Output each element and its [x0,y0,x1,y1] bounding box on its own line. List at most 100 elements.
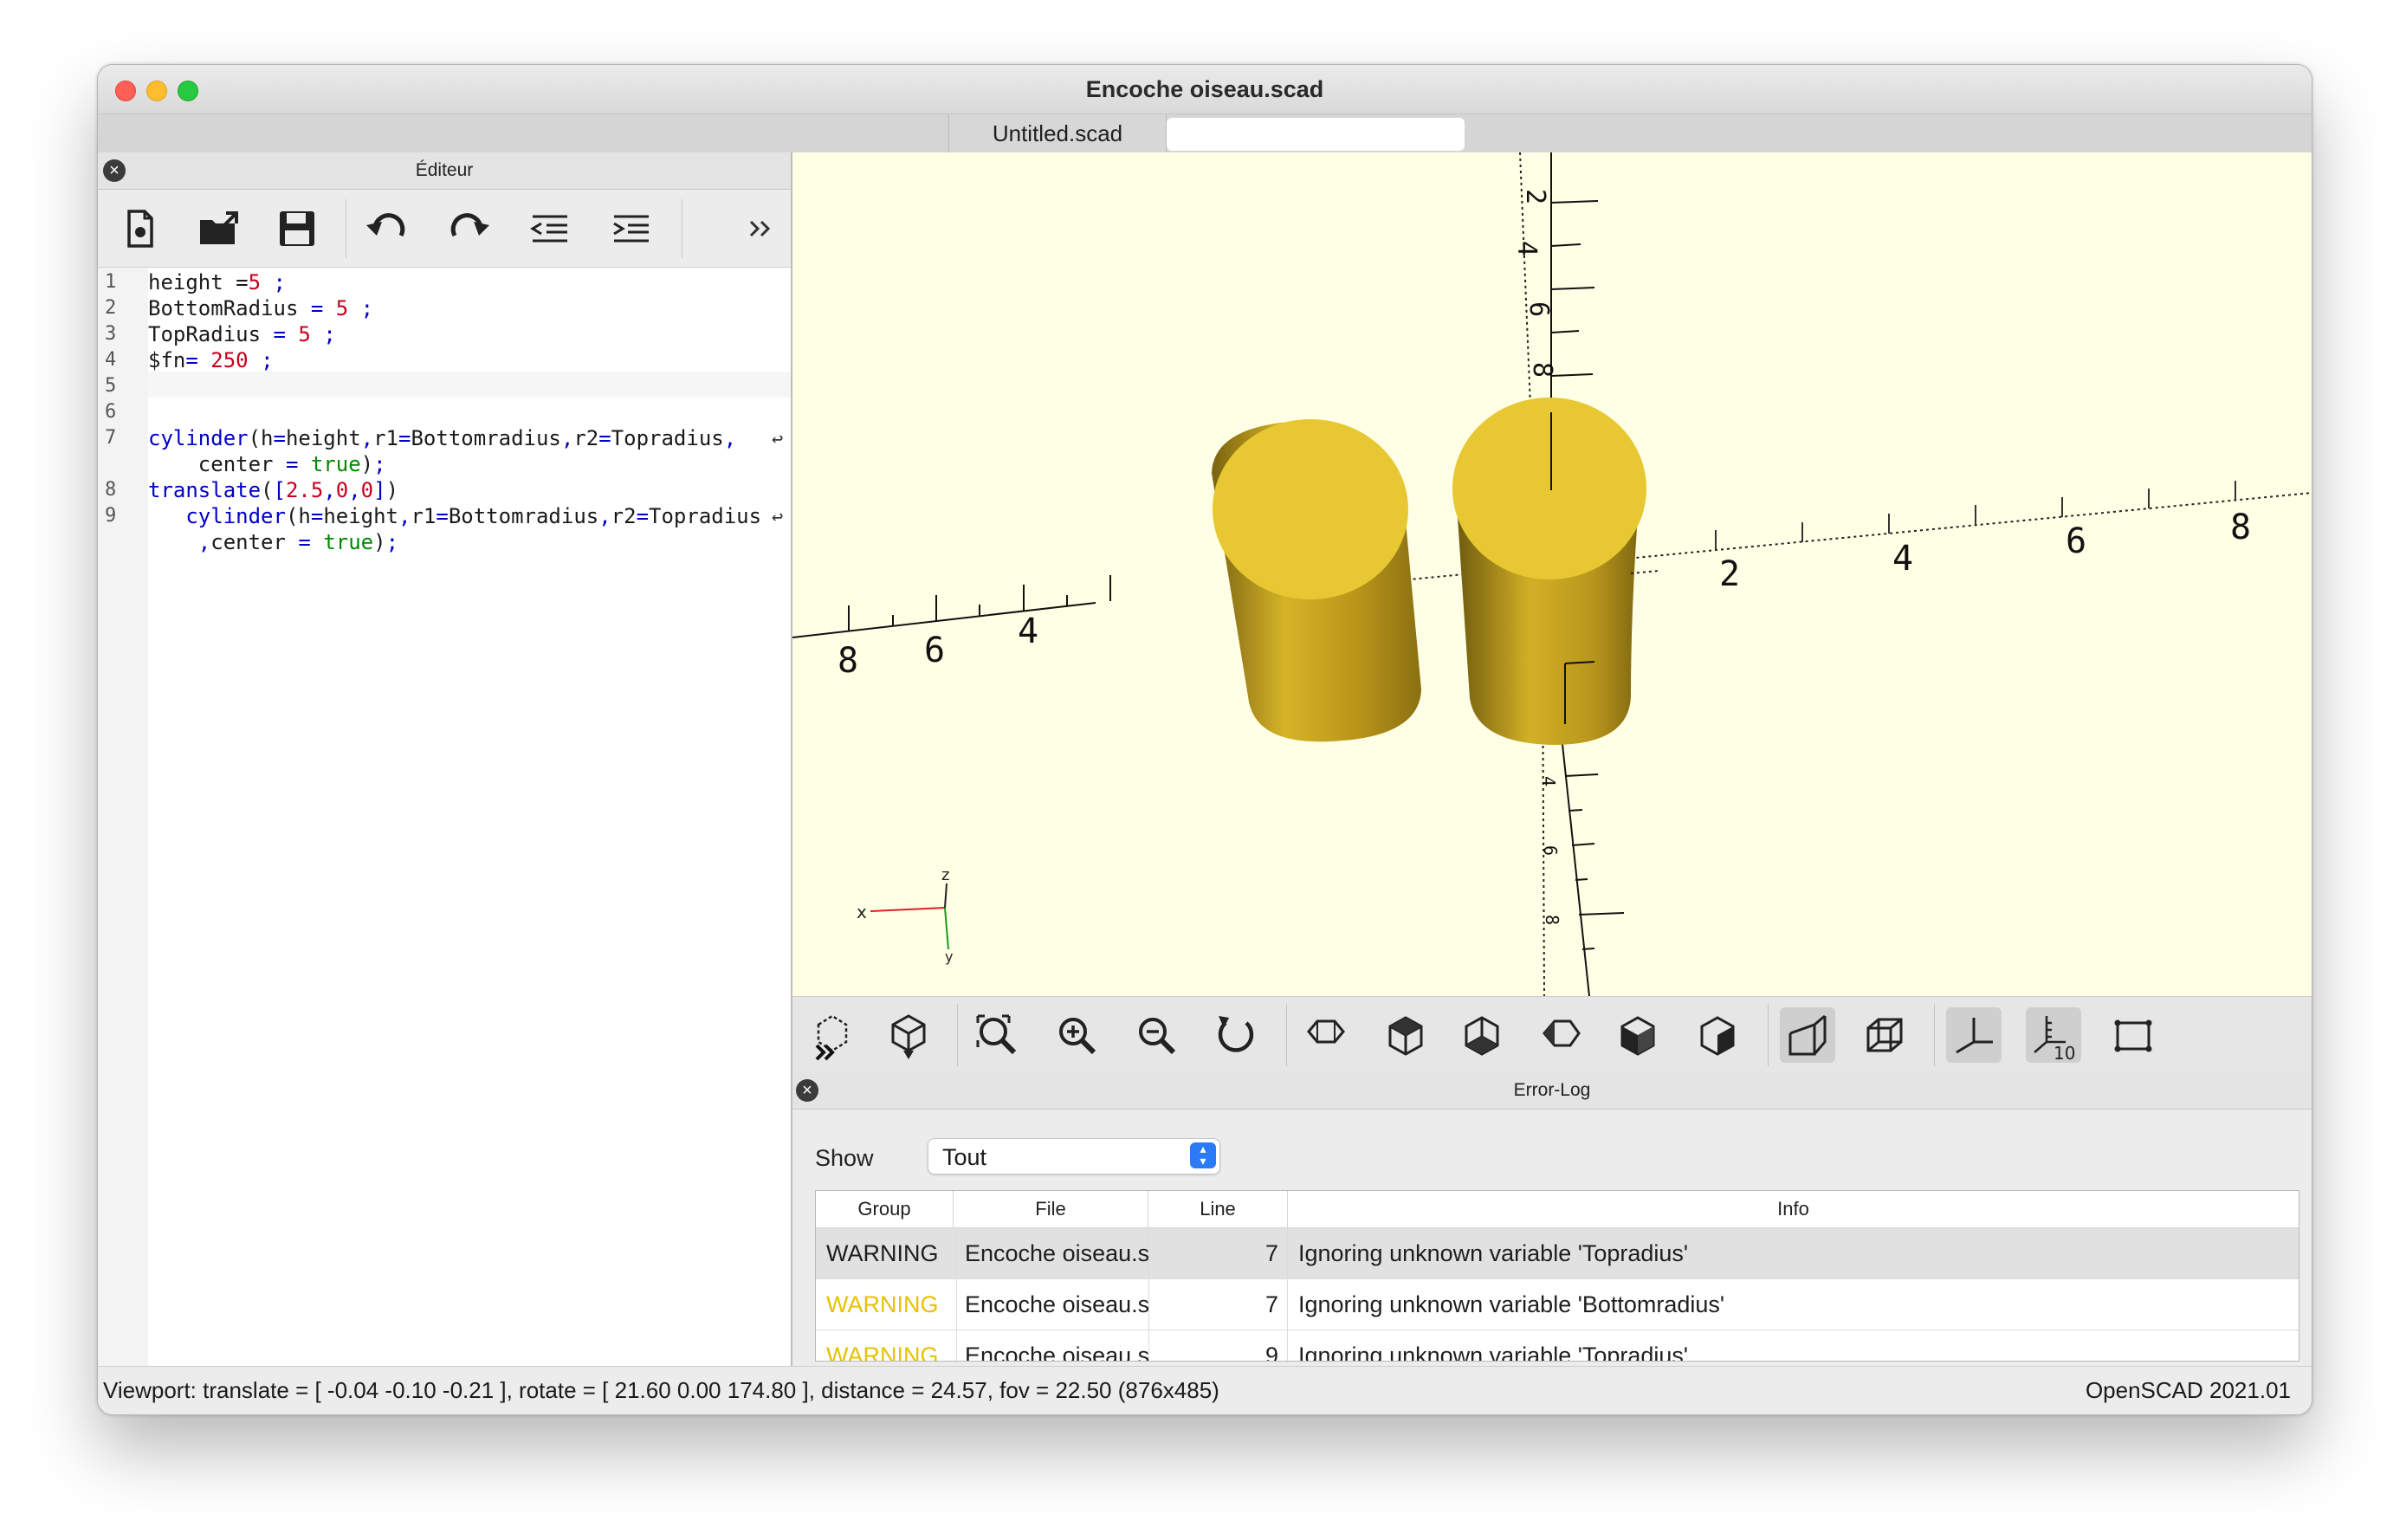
view-all-icon[interactable] [969,1007,1025,1063]
viewport-status: Viewport: translate = [ -0.04 -0.10 -0.2… [103,1377,1219,1403]
axis-z-label: z [941,866,949,884]
table-row[interactable]: WARNING Encoche oiseau.scad 9 Ignoring u… [816,1330,2299,1361]
select-arrows-icon: ▴ ▾ [1190,1142,1216,1168]
cell-file: Encoche oiseau.scad [956,1279,1149,1330]
preview-icon[interactable] [805,1007,860,1063]
app-window: Encoche oiseau.scad Untitled.scad Éditeu… [97,64,2312,1415]
table-row[interactable]: WARNING Encoche oiseau.scad 7 Ignoring u… [816,1228,2299,1279]
code-line-9: cylinder(h=height,r1=Bottomradius,r2=Top… [185,504,762,528]
cell-line: 7 [1148,1279,1288,1330]
cell-file: Encoche oiseau.scad [956,1228,1149,1278]
unindent-icon[interactable] [522,201,578,256]
view-top-icon[interactable] [1378,1007,1433,1063]
3d-viewport[interactable]: 8 6 4 2 4 6 8 2 4 6 8 2 4 6 8 [792,152,2312,996]
view-back-icon[interactable] [1690,1007,1745,1063]
scale-label: 2 [1719,554,1740,594]
code-line-9-wrap: ,center = true); [197,530,399,554]
scale-label: 4 [1018,611,1038,651]
axis-y-label: y [945,948,953,965]
cylinder-right[interactable] [1452,398,1646,745]
scale-label: 8 [838,641,858,681]
code-line-3: TopRadius = 5 ; [148,322,336,346]
view-bottom-icon[interactable] [1454,1007,1510,1063]
x-axis-ticks-right [1715,481,2236,550]
show-label: Show [815,1145,874,1171]
wrap-marker-icon: ↩ [772,507,784,528]
save-icon[interactable] [269,201,325,256]
code-line-2: BottomRadius = 5 ; [148,296,374,320]
filter-value: Tout [942,1144,987,1170]
scene-drawing: 8 6 4 2 4 6 8 2 4 6 8 2 4 6 8 [792,152,2312,996]
indent-icon[interactable] [604,201,659,256]
cell-info: Ignoring unknown variable 'Bottomradius' [1298,1291,1725,1317]
redo-icon[interactable] [441,201,496,256]
code-editor[interactable]: 1 2 3 4 5 6 7 8 9 height =5 ; BottomRadi… [98,268,791,1366]
scale-label: 8 [1542,915,1562,925]
window-title: Encoche oiseau.scad [1085,76,1324,102]
line-number: 2 [105,297,117,319]
scale-label: 6 [2066,521,2086,561]
reset-view-icon[interactable] [1208,1007,1264,1063]
show-edges-icon[interactable] [2105,1007,2161,1063]
error-log-close-icon[interactable]: × [796,1079,818,1102]
code-line-7: cylinder(h=height,r1=Bottomradius,r2=Top… [148,426,737,450]
undo-icon[interactable] [359,201,415,256]
column-header-file[interactable]: File [954,1191,1148,1228]
error-log-panel: Error-Log × Show Tout ▴ ▾ Group File Line… [792,1072,2312,1366]
error-log-title: Error-Log [1513,1080,1591,1100]
tab-active[interactable] [1167,118,1465,151]
line-number: 7 [105,427,117,449]
x-axis-ticks [848,575,1111,631]
tab-bar: Untitled.scad [98,114,2312,153]
tab-untitled[interactable]: Untitled.scad [948,114,1167,152]
line-number: 6 [105,401,117,423]
view-toolbar: 10 [792,996,2312,1074]
open-file-icon[interactable] [191,201,247,256]
version-label: OpenSCAD 2021.01 [2085,1377,2291,1403]
scale-label: 4 [1538,776,1559,786]
column-header-group[interactable]: Group [816,1191,954,1228]
table-row[interactable]: WARNING Encoche oiseau.scad 7 Ignoring u… [816,1279,2299,1330]
line-number: 4 [105,349,117,371]
column-header-info[interactable]: Info [1288,1191,2299,1228]
view-left-icon[interactable] [1534,1007,1589,1063]
line-number: 5 [105,375,117,397]
column-header-line[interactable]: Line [1148,1191,1288,1228]
filter-select[interactable]: Tout ▴ ▾ [928,1138,1220,1174]
show-axes-icon[interactable] [1946,1007,2002,1063]
code-line-1: height =5 ; [148,270,286,294]
error-log-table: Group File Line Info WARNING Encoche ois… [815,1190,2299,1362]
cylinder-left[interactable] [1212,419,1421,742]
perspective-icon[interactable] [1780,1007,1835,1063]
cell-line: 7 [1148,1228,1288,1278]
zoom-out-icon[interactable] [1129,1007,1184,1063]
scale-label: 6 [1523,301,1554,317]
editor-panel-header: Éditeur × [98,152,791,190]
scale-label: 4 [1511,241,1542,256]
svg-text:10: 10 [2054,1043,2075,1063]
zoom-in-icon[interactable] [1049,1007,1104,1063]
new-file-icon[interactable] [112,201,167,256]
code-line-4: $fn= 250 ; [148,348,274,372]
cell-group: WARNING [816,1279,957,1330]
line-number: 1 [105,271,117,293]
cell-info: Ignoring unknown variable 'Topradius' [1298,1240,1689,1266]
view-front-icon[interactable] [1610,1007,1665,1063]
scale-label: 8 [1527,362,1557,378]
editor-panel-title: Éditeur [415,160,474,180]
code-line-7-wrap: center = true); [148,452,386,476]
show-scale-icon[interactable]: 10 [2026,1007,2081,1064]
cell-line: 9 [1148,1330,1288,1361]
editor-close-icon[interactable]: × [103,159,126,182]
view-right-icon[interactable] [1298,1007,1354,1063]
line-number-gutter: 1 2 3 4 5 6 7 8 9 [98,268,148,1366]
cell-file: Encoche oiseau.scad [956,1330,1149,1361]
line-number: 9 [105,505,117,527]
title-bar: Encoche oiseau.scad [98,65,2312,114]
render-icon[interactable] [881,1007,936,1063]
status-bar: Viewport: translate = [ -0.04 -0.10 -0.2… [98,1366,2312,1414]
scale-label: 6 [924,631,945,670]
orthogonal-icon[interactable] [1856,1007,1911,1063]
orientation-gizmo: x z y [857,866,953,965]
more-icon[interactable] [739,201,780,256]
